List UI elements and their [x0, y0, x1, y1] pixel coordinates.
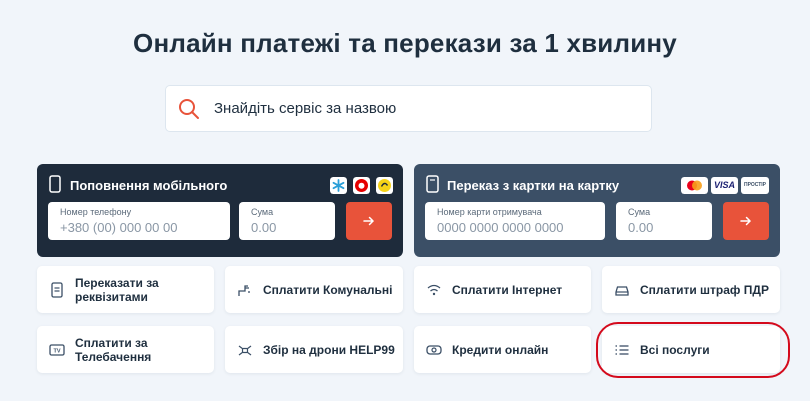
transfer-amount-input[interactable]: 0.00: [628, 220, 700, 235]
service-tile-drones[interactable]: Збір на дрони HELP99: [225, 326, 403, 373]
service-label: Сплатити Комунальні: [263, 282, 393, 297]
service-label: Сплатити за Телебачення: [75, 335, 152, 364]
arrow-right-icon: [740, 216, 752, 226]
transfer-submit-button[interactable]: [723, 202, 769, 240]
car-icon: [615, 285, 629, 296]
service-label: Сплатити Інтернет: [452, 282, 563, 297]
transfer-amount-label: Сума: [628, 207, 651, 217]
mobile-submit-button[interactable]: [346, 202, 392, 240]
faucet-icon: [238, 284, 250, 296]
prostir-logo: ПРОСТІР: [741, 177, 769, 194]
service-label: Збір на дрони HELP99: [263, 342, 395, 357]
service-tile-internet[interactable]: Сплатити Інтернет: [414, 266, 591, 313]
card-number-input[interactable]: 0000 0000 0000 0000: [437, 220, 593, 235]
mobile-amount-input[interactable]: 0.00: [251, 220, 323, 235]
service-label: Переказати за реквізитами: [75, 275, 159, 304]
mastercard-logo: [681, 177, 708, 194]
drone-icon: [238, 345, 252, 355]
document-icon: [51, 281, 63, 298]
search-input[interactable]: [214, 100, 614, 117]
phone-field[interactable]: Номер телефону +380 (00) 000 00 00: [48, 202, 230, 240]
search-box[interactable]: [165, 85, 652, 132]
phone-icon: [49, 175, 61, 193]
lifecell-logo: [376, 177, 393, 194]
visa-logo: VISA: [711, 177, 738, 194]
mobile-amount-field[interactable]: Сума 0.00: [239, 202, 335, 240]
list-icon: [615, 344, 629, 355]
card-number-field[interactable]: Номер карти отримувача 0000 0000 0000 00…: [425, 202, 605, 240]
page-title: Онлайн платежі та перекази за 1 хвилину: [133, 28, 677, 58]
svg-text:TV: TV: [53, 348, 60, 354]
card-icon: [426, 175, 439, 193]
service-tile-tv[interactable]: TV Сплатити за Телебачення: [37, 326, 214, 373]
service-tile-requisites[interactable]: Переказати за реквізитами: [37, 266, 214, 313]
arrow-right-icon: [363, 216, 375, 226]
mobile-topup-card: Поповнення мобільного Номер телефону +38…: [37, 164, 403, 257]
mobile-card-title: Поповнення мобільного: [70, 178, 228, 193]
card-transfer-card: Переказ з картки на картку VISA ПРОСТІР …: [414, 164, 780, 257]
kyivstar-logo: [330, 177, 347, 194]
service-tile-traffic-fine[interactable]: Сплатити штраф ПДР: [602, 266, 780, 313]
service-tile-credits[interactable]: Кредити онлайн: [414, 326, 591, 373]
transfer-card-title: Переказ з картки на картку: [447, 178, 620, 193]
mobile-amount-label: Сума: [251, 207, 274, 217]
search-icon: [179, 98, 199, 119]
tv-icon: TV: [49, 343, 65, 356]
phone-input[interactable]: +380 (00) 000 00 00: [60, 220, 218, 235]
vodafone-logo: [353, 177, 370, 194]
service-tile-all-services[interactable]: Всі послуги: [602, 326, 780, 373]
money-icon: [426, 344, 442, 355]
service-label: Всі послуги: [640, 342, 710, 357]
transfer-amount-field[interactable]: Сума 0.00: [616, 202, 712, 240]
phone-label: Номер телефону: [60, 207, 132, 217]
service-label: Кредити онлайн: [452, 342, 549, 357]
card-number-label: Номер карти отримувача: [437, 207, 542, 217]
service-label: Сплатити штраф ПДР: [640, 282, 769, 297]
service-tile-utilities[interactable]: Сплатити Комунальні: [225, 266, 403, 313]
wifi-icon: [427, 284, 441, 295]
